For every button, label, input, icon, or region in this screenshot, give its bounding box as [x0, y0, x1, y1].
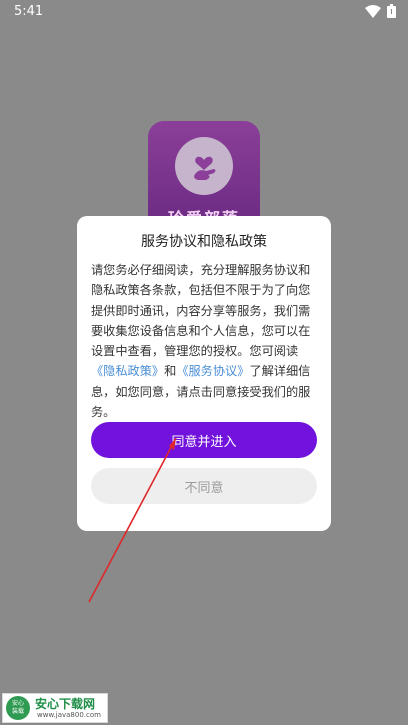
wifi-icon	[365, 4, 381, 18]
agree-button[interactable]: 同意并进入	[91, 422, 317, 458]
service-agreement-link[interactable]: 《服务协议》	[176, 364, 249, 378]
status-time: 5:41	[14, 4, 44, 19]
battery-icon	[387, 4, 396, 18]
finger-heart-icon	[175, 137, 233, 195]
dialog-title: 服务协议和隐私政策	[141, 234, 267, 250]
and-text: 和	[164, 364, 177, 379]
status-bar: 5:41	[0, 0, 408, 24]
dialog-body: 请您务必仔细阅读，充分理解服务协议和隐私政策各条款，包括但不限于为了向您提供即时…	[91, 260, 319, 422]
privacy-dialog: 服务协议和隐私政策 请您务必仔细阅读，充分理解服务协议和隐私政策各条款，包括但不…	[77, 216, 331, 531]
watermark-logo: 安心 装载 安心下载网 www.java800.com	[2, 693, 108, 723]
watermark-icon: 安心 装载	[6, 696, 30, 720]
watermark-url: www.java800.com	[37, 711, 101, 719]
disagree-button[interactable]: 不同意	[91, 468, 317, 504]
watermark-name: 安心下载网	[35, 697, 96, 711]
privacy-policy-link[interactable]: 《隐私政策》	[91, 364, 164, 378]
status-icons	[365, 4, 396, 18]
body-text-part1: 请您务必仔细阅读，充分理解服务协议和隐私政策各条款，包括但不限于为了向您提供即时…	[91, 263, 311, 359]
